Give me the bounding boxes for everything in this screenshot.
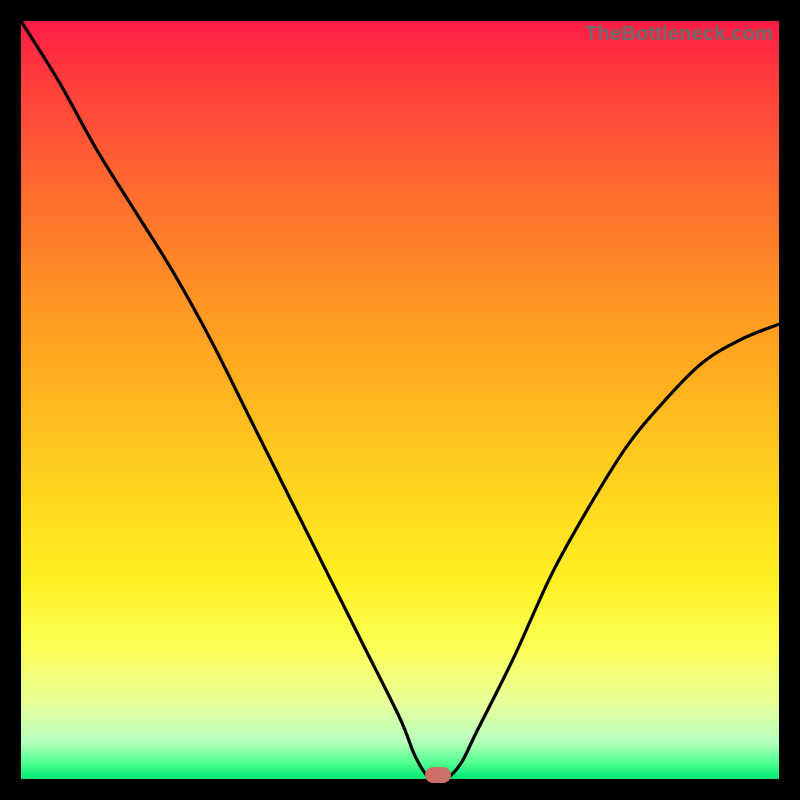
- optimal-marker: [425, 767, 451, 783]
- chart-plot-area: TheBottleneck.com: [21, 21, 779, 779]
- curve-path: [21, 21, 779, 781]
- chart-frame: TheBottleneck.com: [0, 0, 800, 800]
- bottleneck-curve: [21, 21, 779, 779]
